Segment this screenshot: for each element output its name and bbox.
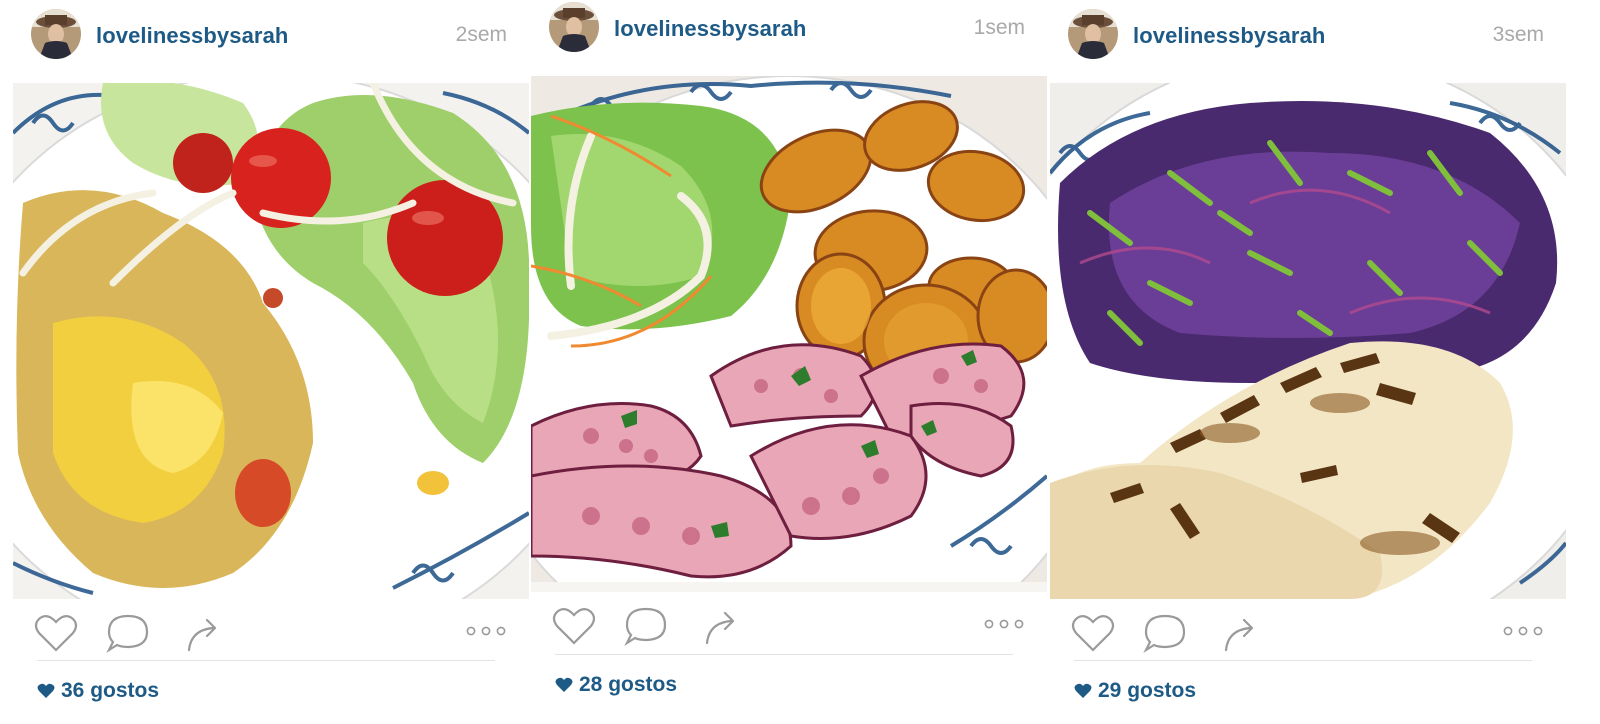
post-photo[interactable]: [531, 76, 1047, 592]
post-timestamp: 1sem: [973, 16, 1025, 39]
username-link[interactable]: lovelinessbysarah: [614, 16, 806, 42]
heart-filled-icon: [37, 683, 55, 698]
post: lovelinessbysarah 2sem 36 gostos: [13, 0, 529, 724]
post-timestamp: 2sem: [455, 23, 507, 46]
post-actions: [13, 596, 529, 666]
post-header: lovelinessbysarah 2sem: [13, 0, 529, 70]
like-count[interactable]: 29 gostos: [1074, 679, 1196, 703]
like-count-label: 28 gostos: [579, 673, 678, 696]
username-link[interactable]: lovelinessbysarah: [96, 23, 288, 49]
comment-icon[interactable]: [623, 605, 669, 647]
heart-icon[interactable]: [1070, 612, 1116, 654]
more-icon[interactable]: [465, 624, 507, 638]
more-icon[interactable]: [1502, 624, 1544, 638]
divider: [555, 654, 1013, 655]
divider: [1074, 660, 1532, 661]
share-icon[interactable]: [181, 612, 227, 654]
avatar[interactable]: [549, 2, 599, 52]
avatar[interactable]: [31, 9, 81, 59]
comment-icon[interactable]: [105, 612, 151, 654]
heart-filled-icon: [555, 677, 573, 692]
like-count-label: 29 gostos: [1098, 679, 1197, 702]
post-photo[interactable]: [1050, 83, 1566, 599]
heart-icon[interactable]: [551, 605, 597, 647]
heart-filled-icon: [1074, 683, 1092, 698]
post-header: lovelinessbysarah 3sem: [1050, 0, 1566, 70]
like-count[interactable]: 28 gostos: [555, 673, 677, 697]
post-actions: [531, 589, 1047, 659]
post: lovelinessbysarah 3sem 29 gostos: [1050, 0, 1566, 724]
more-icon[interactable]: [983, 617, 1025, 631]
divider: [37, 660, 495, 661]
feed: lovelinessbysarah 2sem 36 gostos lovelin…: [0, 0, 1600, 724]
username-link[interactable]: lovelinessbysarah: [1133, 23, 1325, 49]
share-icon[interactable]: [699, 605, 745, 647]
post-actions: [1050, 596, 1566, 666]
share-icon[interactable]: [1218, 612, 1264, 654]
comment-icon[interactable]: [1142, 612, 1188, 654]
post-photo[interactable]: [13, 83, 529, 599]
post-header: lovelinessbysarah 1sem: [531, 0, 1047, 63]
like-count[interactable]: 36 gostos: [37, 679, 159, 703]
like-count-label: 36 gostos: [61, 679, 160, 702]
avatar[interactable]: [1068, 9, 1118, 59]
post: lovelinessbysarah 1sem 28 gostos: [531, 0, 1047, 724]
heart-icon[interactable]: [33, 612, 79, 654]
post-timestamp: 3sem: [1492, 23, 1544, 46]
